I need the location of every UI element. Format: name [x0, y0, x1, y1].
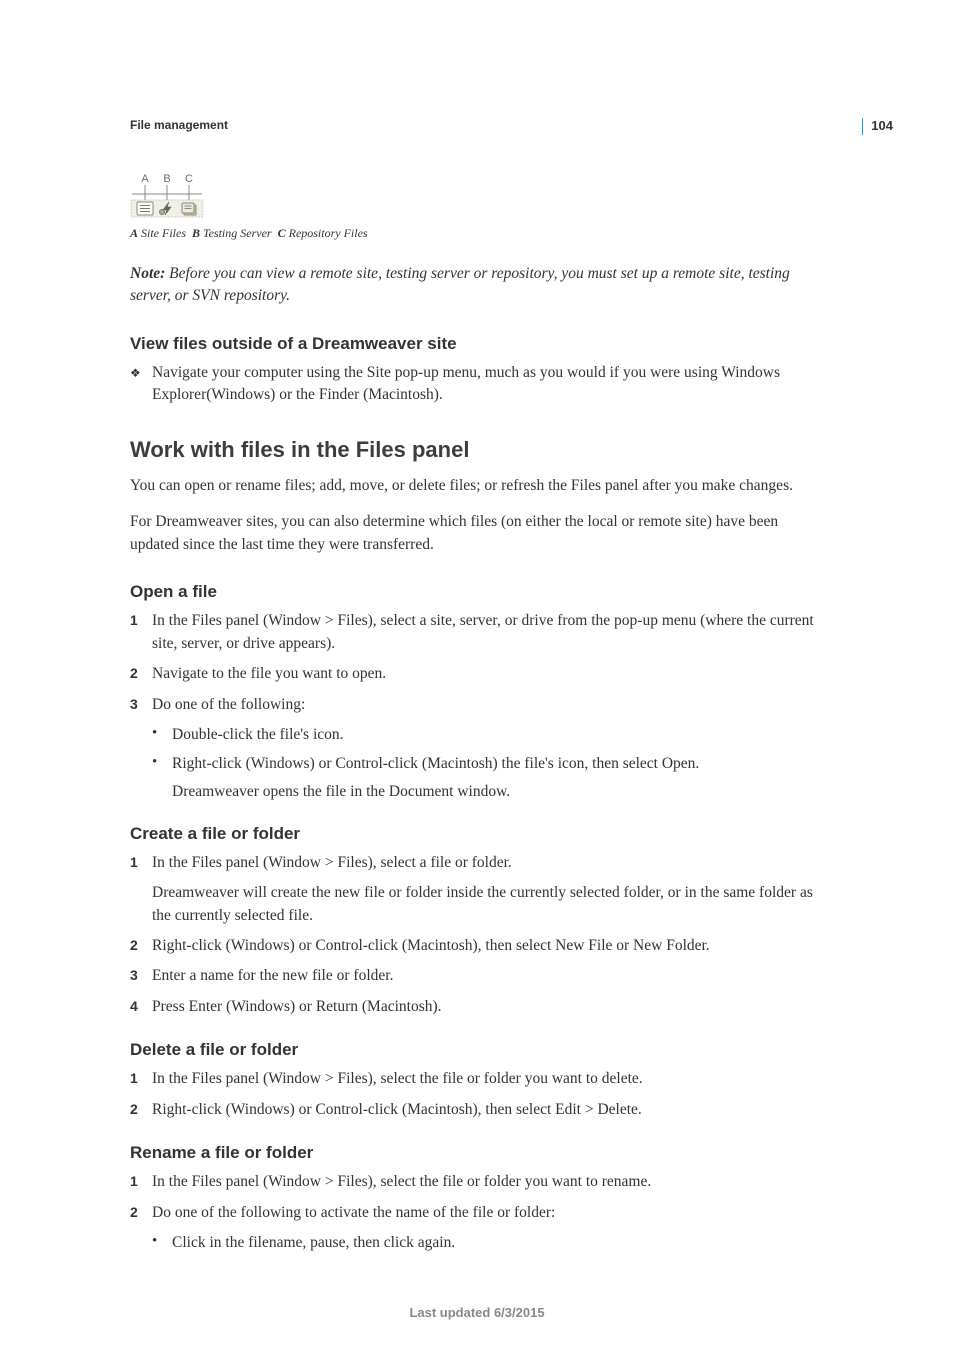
- view-outside-bullet: Navigate your computer using the Site po…: [152, 362, 824, 407]
- caption-label-b: B: [192, 226, 200, 240]
- diagram-label-b: B: [163, 173, 170, 185]
- note-block: Note: Before you can view a remote site,…: [130, 263, 824, 308]
- create-step-3: Enter a name for the new file or folder.: [152, 965, 393, 987]
- bullet-dot-icon: •: [152, 753, 172, 771]
- step-number: 1: [130, 610, 152, 628]
- caption-label-c: C: [278, 226, 286, 240]
- footer-last-updated: Last updated 6/3/2015: [0, 1305, 954, 1320]
- heading-work-files: Work with files in the Files panel: [130, 437, 824, 463]
- heading-create: Create a file or folder: [130, 824, 824, 844]
- step-number: 2: [130, 663, 152, 681]
- rename-sub-1: Click in the filename, pause, then click…: [172, 1232, 455, 1254]
- heading-delete: Delete a file or folder: [130, 1040, 824, 1060]
- bullet-dot-icon: •: [152, 1232, 172, 1250]
- rename-step-2: Do one of the following to activate the …: [152, 1202, 555, 1224]
- step-number: 2: [130, 1202, 152, 1220]
- step-number: 1: [130, 852, 152, 870]
- delete-step-2: Right-click (Windows) or Control-click (…: [152, 1099, 642, 1121]
- chapter-title: File management: [130, 118, 824, 132]
- caption-text-a: Site Files: [141, 226, 186, 240]
- heading-rename: Rename a file or folder: [130, 1143, 824, 1163]
- work-files-p1: You can open or rename files; add, move,…: [130, 475, 824, 497]
- step-number: 2: [130, 935, 152, 953]
- step-number: 2: [130, 1099, 152, 1117]
- caption-label-a: A: [130, 226, 138, 240]
- caption-text-c: Repository Files: [289, 226, 368, 240]
- heading-view-outside: View files outside of a Dreamweaver site: [130, 334, 824, 354]
- create-step-2: Right-click (Windows) or Control-click (…: [152, 935, 710, 957]
- diagram-label-c: C: [185, 173, 193, 185]
- note-text: Before you can view a remote site, testi…: [130, 265, 790, 304]
- diagram-caption: A Site Files B Testing Server C Reposito…: [130, 226, 824, 241]
- open-step-3: Do one of the following:: [152, 694, 305, 716]
- diagram-label-a: A: [141, 173, 149, 185]
- note-label: Note:: [130, 265, 165, 282]
- open-sub-2: Right-click (Windows) or Control-click (…: [172, 753, 699, 775]
- create-step-1: In the Files panel (Window > Files), sel…: [152, 852, 512, 874]
- create-step1-trail: Dreamweaver will create the new file or …: [152, 882, 824, 927]
- work-files-p2: For Dreamweaver sites, you can also dete…: [130, 511, 824, 556]
- step-number: 3: [130, 965, 152, 983]
- step-number: 3: [130, 694, 152, 712]
- caption-text-b: Testing Server: [203, 226, 272, 240]
- open-step-1: In the Files panel (Window > Files), sel…: [152, 610, 824, 655]
- page-number: 104: [862, 118, 893, 135]
- step-number: 1: [130, 1068, 152, 1086]
- rename-step-1: In the Files panel (Window > Files), sel…: [152, 1171, 651, 1193]
- step-number: 1: [130, 1171, 152, 1189]
- open-trail: Dreamweaver opens the file in the Docume…: [172, 781, 824, 803]
- open-sub-1: Double-click the file's icon.: [172, 724, 344, 746]
- delete-step-1: In the Files panel (Window > Files), sel…: [152, 1068, 643, 1090]
- heading-open-file: Open a file: [130, 582, 824, 602]
- diamond-bullet-icon: ❖: [130, 362, 152, 381]
- create-step-4: Press Enter (Windows) or Return (Macinto…: [152, 996, 442, 1018]
- open-step-2: Navigate to the file you want to open.: [152, 663, 386, 685]
- diagram-icons: A B C: [130, 172, 824, 218]
- bullet-dot-icon: •: [152, 724, 172, 742]
- step-number: 4: [130, 996, 152, 1014]
